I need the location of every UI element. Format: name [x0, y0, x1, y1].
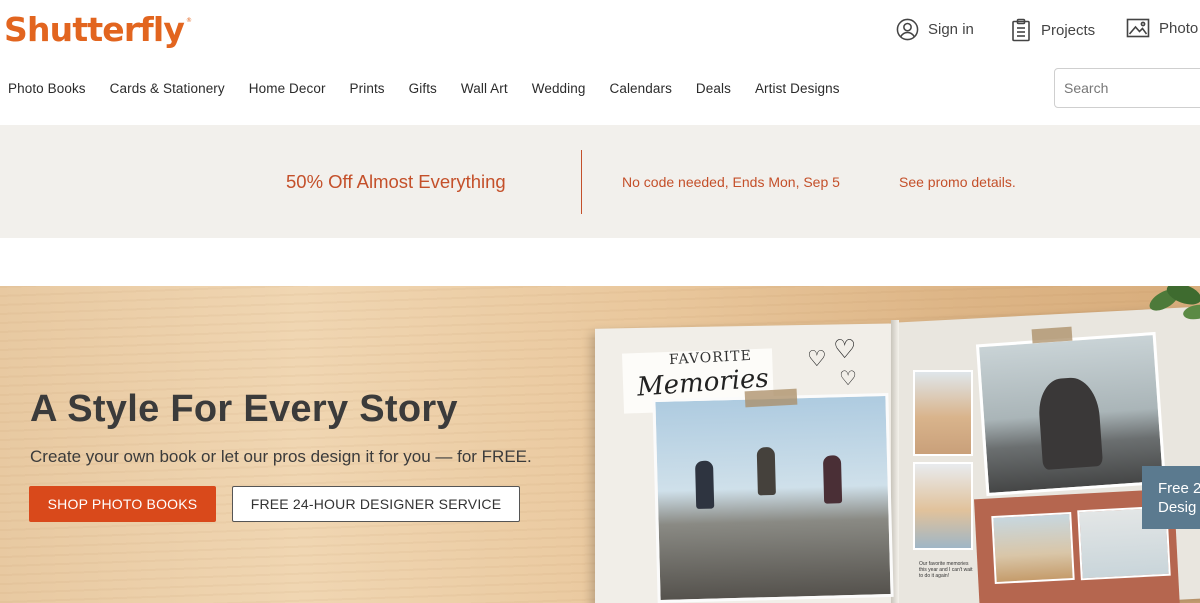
book-photo-beach-dog [991, 511, 1075, 585]
promo-headline: 50% Off Almost Everything [286, 171, 506, 192]
nav-item-prints[interactable]: Prints [350, 81, 385, 96]
projects-link[interactable]: Projects [1010, 18, 1095, 42]
promo-divider [581, 150, 582, 214]
nav-item-artist-designs[interactable]: Artist Designs [755, 81, 840, 96]
heart-icon: ♡ [833, 334, 857, 364]
user-circle-icon [896, 18, 919, 41]
free-design-side-tab[interactable]: Free 2 Desig [1142, 466, 1200, 529]
sign-in-link[interactable]: Sign in [896, 18, 974, 41]
nav-item-calendars[interactable]: Calendars [609, 81, 671, 96]
shop-photo-books-button[interactable]: SHOP PHOTO BOOKS [29, 486, 216, 522]
person-figure [822, 455, 843, 504]
photos-link[interactable]: Photo [1126, 18, 1198, 38]
tape-strip [1031, 326, 1073, 344]
nav-item-deals[interactable]: Deals [696, 81, 731, 96]
promo-details-link[interactable]: See promo details. [899, 174, 1016, 190]
site-header: Shutterfly ® Sign in Projects Photo [0, 0, 1200, 64]
projects-label: Projects [1041, 21, 1096, 39]
search-input[interactable] [1055, 69, 1200, 107]
person-figure [756, 446, 776, 496]
promo-banner: 50% Off Almost Everything No code needed… [0, 125, 1200, 238]
person-figure [695, 460, 715, 510]
nav-item-wedding[interactable]: Wedding [532, 81, 586, 96]
nav-item-wall-art[interactable]: Wall Art [461, 81, 508, 96]
designer-service-button[interactable]: FREE 24-HOUR DESIGNER SERVICE [232, 486, 520, 522]
shutterfly-logo[interactable]: Shutterfly ® [4, 10, 192, 49]
plant-leaves-image [1149, 286, 1200, 320]
main-nav: Photo Books Cards & Stationery Home Deco… [0, 70, 856, 106]
hero-subtitle: Create your own book or let our pros des… [30, 447, 532, 466]
book-photo-portrait [913, 370, 973, 456]
book-photo-jumping-friends [652, 392, 894, 603]
heart-icon: ♡ [807, 346, 827, 371]
nav-item-cards-stationery[interactable]: Cards & Stationery [110, 81, 225, 96]
promo-subtext: No code needed, Ends Mon, Sep 5 [622, 174, 840, 190]
side-tab-line-2: Desig [1158, 499, 1197, 516]
logo-text: Shutterfly [4, 10, 185, 49]
image-icon [1126, 18, 1150, 38]
clipboard-icon [1010, 18, 1032, 42]
hero-banner: A Style For Every Story Create your own … [0, 286, 1200, 603]
heart-icon: ♡ [839, 368, 857, 390]
sign-in-label: Sign in [928, 21, 974, 38]
photo-book-image: FAVORITE Memories ♡ ♡ ♡ Our favorite mem… [585, 305, 1200, 603]
book-caption: Our favorite memories this year and I ca… [919, 561, 973, 579]
search-box [1054, 68, 1200, 108]
side-tab-line-1: Free 2 [1158, 480, 1200, 497]
nav-item-photo-books[interactable]: Photo Books [8, 81, 86, 96]
book-photo-portrait [913, 462, 973, 550]
photos-label: Photo [1159, 19, 1199, 37]
nav-item-gifts[interactable]: Gifts [409, 81, 437, 96]
nav-item-home-decor[interactable]: Home Decor [249, 81, 326, 96]
tape-strip [744, 388, 798, 408]
hero-title: A Style For Every Story [30, 388, 458, 430]
logo-registered-mark: ® [185, 17, 192, 24]
